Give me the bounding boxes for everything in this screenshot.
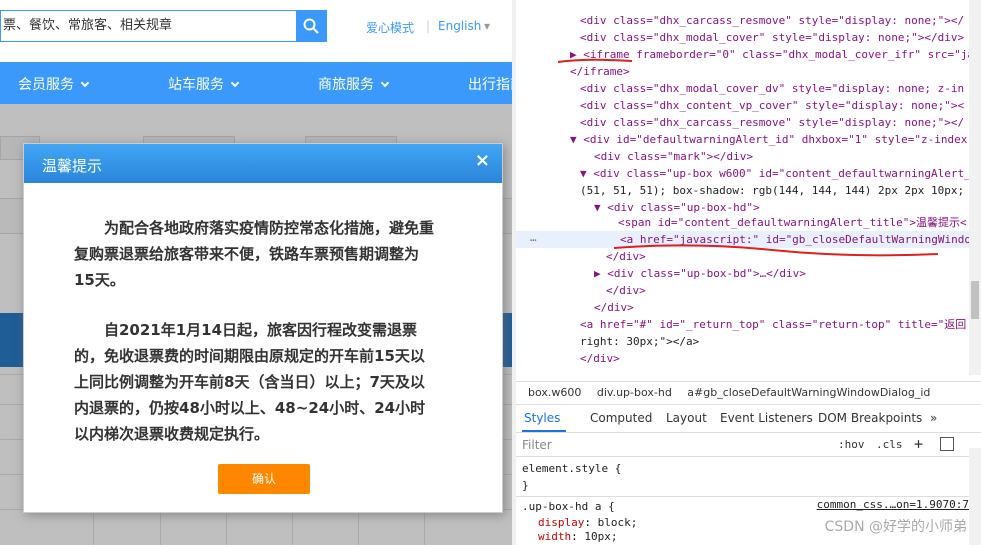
dom-breadcrumb: box.w600 div.up-box-hd a#gb_closeDefault… xyxy=(516,381,981,405)
nav-item-label: 站车服务 xyxy=(168,77,224,93)
tab-styles[interactable]: Styles xyxy=(524,411,560,425)
dom-node[interactable]: </div> xyxy=(594,299,634,316)
nav-item-station[interactable]: 站车服务 xyxy=(168,74,240,94)
dom-node[interactable]: <div class="dhx_carcass_resmove" style="… xyxy=(580,114,964,131)
add-rule-button[interactable]: + xyxy=(914,435,923,453)
chevron-down-icon xyxy=(230,78,240,88)
element-style-rule[interactable]: element.style { xyxy=(522,460,621,477)
dom-node[interactable]: <div class="dhx_content_vp_cover" style=… xyxy=(580,97,964,114)
warning-dialog: 温馨提示 × 为配合各地政府落实疫情防控常态化措施，避免重复购票退票给旅客带来不… xyxy=(23,143,503,513)
dom-node[interactable]: <span id="content_defaultwarningAlert_ti… xyxy=(618,214,967,231)
dom-node[interactable]: <a href="#" id="_return_top" class="retu… xyxy=(580,316,966,333)
chevron-down-icon xyxy=(380,78,390,88)
nav-item-member[interactable]: 会员服务 xyxy=(18,74,90,94)
close-icon[interactable]: × xyxy=(475,150,490,171)
nav-item-guide[interactable]: 出行指南 xyxy=(468,74,512,94)
scrollbar-thumb[interactable] xyxy=(971,281,979,319)
css-value: 10px; xyxy=(584,530,618,543)
dom-node[interactable]: (51, 51, 51); box-shadow: rgb(144, 144, … xyxy=(580,182,964,199)
toggle-sidebar-icon[interactable] xyxy=(940,437,954,451)
css-rule-selector[interactable]: .up-box-hd a { xyxy=(522,498,615,515)
dom-node[interactable]: <div class="dhx_carcass_resmove" style="… xyxy=(580,12,964,29)
dialog-body: 为配合各地政府落实疫情防控常态化措施，避免重复购票退票给旅客带来不便，铁路车票预… xyxy=(24,183,502,447)
dom-row-menu[interactable]: … xyxy=(530,231,537,244)
nav-item-label: 出行指南 xyxy=(468,77,512,93)
devtools-panel: … <div class="dhx_carcass_resmove" style… xyxy=(516,0,981,545)
breadcrumb-item[interactable]: div.up-box-hd xyxy=(597,386,672,399)
dialog-paragraph: 为配合各地政府落实疫情防控常态化措施，避免重复购票退票给旅客带来不便，铁路车票预… xyxy=(74,219,435,289)
main-nav: 会员服务 站车服务 商旅服务 出行指南 xyxy=(0,62,512,104)
breadcrumb-item[interactable]: box.w600 xyxy=(528,386,581,399)
dom-node[interactable]: </div> xyxy=(580,350,620,367)
confirm-button[interactable]: 确认 xyxy=(218,464,310,494)
dom-node[interactable]: </div> xyxy=(606,282,646,299)
css-declaration[interactable]: width: 10px; xyxy=(538,528,618,545)
styles-filter-bar: Filter :hov .cls + xyxy=(516,433,981,457)
dialog-title: 温馨提示 xyxy=(42,157,103,175)
rule-close-brace: } xyxy=(522,479,529,492)
watermark: CSDN @好学的小师弟 xyxy=(824,519,967,535)
dialog-header: 温馨提示 × xyxy=(24,144,502,183)
language-select[interactable]: English xyxy=(438,19,481,33)
nav-item-label: 商旅服务 xyxy=(318,77,374,93)
search-icon xyxy=(303,18,319,34)
dom-node[interactable]: <div class="mark"></div> xyxy=(594,148,753,165)
chevron-down-icon: ▾ xyxy=(484,19,491,33)
search-input[interactable]: 票、餐饮、常旅客、相关规章 xyxy=(0,10,296,42)
dom-node[interactable]: ▼ <div class="up-box w600" id="content_d… xyxy=(580,165,971,182)
dom-node[interactable]: right: 30px;"></a> xyxy=(580,333,699,350)
tabs-overflow-icon[interactable]: » xyxy=(930,411,937,425)
styles-tabs: Styles Computed Layout Event Listeners D… xyxy=(516,405,981,433)
styles-scrollbar[interactable] xyxy=(969,448,981,545)
search-button[interactable] xyxy=(296,10,327,42)
tab-dom-breakpoints[interactable]: DOM Breakpoints xyxy=(818,411,922,425)
annotation-underline xyxy=(613,244,939,257)
class-toggle[interactable]: .cls xyxy=(876,438,903,451)
dom-node[interactable]: ▶ <div class="up-box-bd">…</div> xyxy=(594,265,806,282)
dom-node[interactable]: <div class="dhx_modal_cover" style="disp… xyxy=(580,29,964,46)
active-tab-indicator xyxy=(522,430,566,432)
nav-item-label: 会员服务 xyxy=(18,77,74,93)
elements-scrollbar[interactable] xyxy=(969,0,981,375)
filter-input[interactable]: Filter xyxy=(522,438,552,452)
dom-node[interactable]: <div class="dhx_modal_cover_dv" style="d… xyxy=(580,80,964,97)
dialog-paragraph: 自2021年1月14日起，旅客因行程改变需退票的，免收退票费的时间期限由原规定的… xyxy=(74,321,426,443)
css-rule-source-link[interactable]: common_css.…on=1.9070:7 xyxy=(817,498,969,511)
dom-node[interactable]: ▼ <div id="defaultwarningAlert_id" dhxbo… xyxy=(570,131,967,148)
tab-computed[interactable]: Computed xyxy=(590,411,652,425)
chevron-down-icon xyxy=(80,78,90,88)
tab-event-listeners[interactable]: Event Listeners xyxy=(720,411,813,425)
css-property: width xyxy=(538,530,572,543)
breadcrumb-item[interactable]: a#gb_closeDefaultWarningWindowDialog_id xyxy=(687,386,930,399)
care-mode-link[interactable]: 爱心模式 xyxy=(366,19,414,36)
nav-item-business[interactable]: 商旅服务 xyxy=(318,74,390,94)
annotation-underline xyxy=(557,58,633,63)
tab-layout[interactable]: Layout xyxy=(666,411,707,425)
divider: | xyxy=(426,19,431,33)
hover-state-toggle[interactable]: :hov xyxy=(838,438,865,451)
web-page: 票、餐饮、常旅客、相关规章 爱心模式 | English ▾ 会员服务 站车服务… xyxy=(0,0,512,545)
